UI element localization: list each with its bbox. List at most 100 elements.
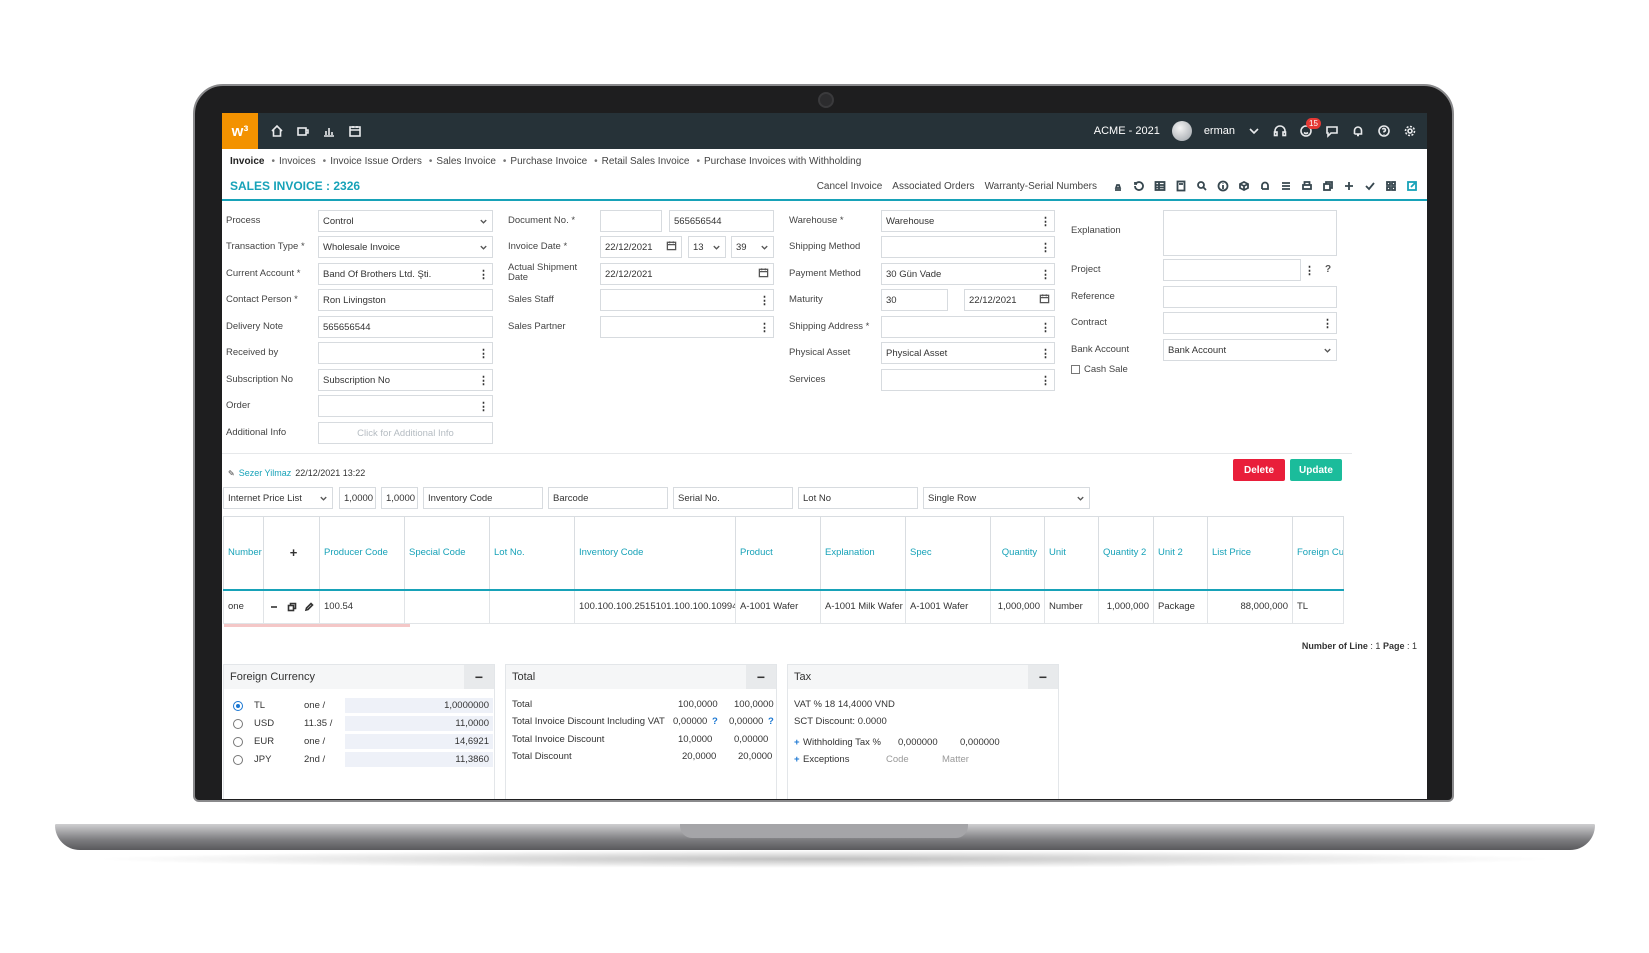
more-options-icon[interactable]: ⋮ <box>478 268 489 281</box>
help-icon[interactable] <box>1377 124 1391 138</box>
subscription-no-field[interactable]: Subscription No ⋮ <box>318 369 493 391</box>
column-header[interactable]: Number <box>223 516 264 591</box>
cell-quantity-2[interactable]: 1,000,000 <box>1098 589 1154 624</box>
total-value-1[interactable]: 20,0000 <box>682 751 716 762</box>
column-header[interactable]: Lot No. <box>489 516 575 591</box>
breadcrumb-item[interactable]: Purchase Invoices with Withholding <box>704 156 861 167</box>
rate-1-field[interactable]: 1,0000 <box>339 487 376 509</box>
breadcrumb-item[interactable]: Invoice Issue Orders <box>330 156 422 167</box>
explanation-textarea[interactable] <box>1163 210 1337 256</box>
calendar-icon[interactable] <box>348 124 362 138</box>
cell-number[interactable]: one <box>223 589 264 624</box>
user-name[interactable]: erman <box>1204 125 1235 137</box>
column-header[interactable]: Inventory Code <box>574 516 736 591</box>
cell-lot-no[interactable] <box>489 589 575 624</box>
sales-partner-field[interactable]: ⋮ <box>600 316 774 338</box>
export-icon[interactable] <box>1405 179 1419 193</box>
more-options-icon[interactable]: ⋮ <box>759 321 770 334</box>
column-header[interactable]: Quantity 2 <box>1098 516 1154 591</box>
warranty-serial-link[interactable]: Warranty-Serial Numbers <box>985 181 1097 192</box>
add-icon[interactable] <box>1342 179 1356 193</box>
total-value-2[interactable]: 100,0000 <box>734 699 774 710</box>
total-value-1[interactable]: 100,0000 <box>678 699 718 710</box>
total-value-2[interactable]: 0,00000 <box>729 716 763 727</box>
more-options-icon[interactable]: ⋮ <box>1040 347 1051 360</box>
chart-icon[interactable] <box>322 124 336 138</box>
calendar-icon[interactable] <box>666 240 677 254</box>
services-field[interactable]: ⋮ <box>881 369 1055 391</box>
current-account-field[interactable]: Band Of Brothers Ltd. Şti. ⋮ <box>318 263 493 285</box>
received-by-field[interactable]: ⋮ <box>318 342 493 364</box>
more-options-icon[interactable]: ⋮ <box>478 400 489 413</box>
warehouse-field[interactable]: Warehouse ⋮ <box>881 210 1055 232</box>
calendar-icon[interactable] <box>1039 293 1050 307</box>
sales-staff-field[interactable]: ⋮ <box>600 289 774 311</box>
total-value-1[interactable]: 10,0000 <box>678 734 712 745</box>
more-options-icon[interactable]: ⋮ <box>478 347 489 360</box>
document-no-prefix-field[interactable] <box>600 210 662 232</box>
cash-sale-checkbox[interactable] <box>1071 365 1080 374</box>
remove-row-icon[interactable] <box>268 600 280 614</box>
more-options-icon[interactable]: ⋮ <box>478 374 489 387</box>
invoice-hour-select[interactable]: 13 <box>688 236 726 258</box>
rate-2-field[interactable]: 1,0000 <box>381 487 418 509</box>
row-mode-select[interactable]: Single Row <box>923 487 1090 509</box>
page-number[interactable]: 1 <box>1412 641 1417 651</box>
home-icon[interactable] <box>270 124 284 138</box>
update-button[interactable]: Update <box>1290 459 1342 481</box>
more-options-icon[interactable]: ⋮ <box>1040 241 1051 254</box>
price-list-select[interactable]: Internet Price List <box>223 487 333 509</box>
collapse-button[interactable]: − <box>1028 665 1058 689</box>
cell-producer-code[interactable]: 100.54 <box>319 589 405 624</box>
table-row[interactable]: one 100.54 100.100.100.2515101.100.100.1… <box>223 589 1344 624</box>
shipping-method-field[interactable]: ⋮ <box>881 236 1055 258</box>
gear-icon[interactable] <box>1403 124 1417 138</box>
barcode-input[interactable]: Barcode <box>548 487 668 509</box>
cell-quantity[interactable]: 1,000,000 <box>990 589 1045 624</box>
calendar-icon[interactable] <box>758 267 769 281</box>
currency-radio-tl[interactable] <box>233 701 243 711</box>
more-options-icon[interactable]: ⋮ <box>759 294 770 307</box>
breadcrumb-item[interactable]: Invoice <box>230 156 264 167</box>
actual-shipment-date-field[interactable]: 22/12/2021 <box>600 263 774 285</box>
delete-button[interactable]: Delete <box>1233 459 1285 481</box>
project-field[interactable] <box>1163 259 1301 281</box>
column-header[interactable]: Special Code <box>404 516 490 591</box>
cell-inventory-code[interactable]: 100.100.100.2515101.100.100.10994 <box>574 589 736 624</box>
bank-account-select[interactable]: Bank Account <box>1163 339 1337 361</box>
more-options-icon[interactable]: ⋮ <box>1040 321 1051 334</box>
collapse-button[interactable]: − <box>746 665 776 689</box>
cell-special-code[interactable] <box>404 589 490 624</box>
column-header[interactable]: Spec <box>905 516 991 591</box>
reference-field[interactable] <box>1163 286 1337 308</box>
order-field[interactable]: ⋮ <box>318 395 493 417</box>
table-icon[interactable] <box>1153 179 1167 193</box>
associated-orders-link[interactable]: Associated Orders <box>892 181 974 192</box>
stamp-icon[interactable] <box>1111 179 1125 193</box>
breadcrumb-item[interactable]: Sales Invoice <box>436 156 495 167</box>
list-icon[interactable] <box>1279 179 1293 193</box>
contract-field[interactable]: ⋮ <box>1163 312 1337 334</box>
edit-row-icon[interactable] <box>303 600 315 614</box>
breadcrumb-item[interactable]: Retail Sales Invoice <box>602 156 690 167</box>
currency-value[interactable]: 14,6921 <box>345 734 493 749</box>
total-value-2[interactable]: 0,00000 <box>734 734 768 745</box>
currency-radio-usd[interactable] <box>233 719 243 729</box>
serial-no-input[interactable]: Serial No. <box>673 487 793 509</box>
more-options-icon[interactable]: ⋮ <box>1322 317 1333 330</box>
total-value-1[interactable]: 0,00000 <box>673 716 707 727</box>
currency-radio-jpy[interactable] <box>233 755 243 765</box>
chevron-down-icon[interactable] <box>1247 124 1261 138</box>
column-header[interactable]: Product <box>735 516 821 591</box>
add-exception-icon[interactable]: + <box>794 754 800 765</box>
withholding-value-2[interactable]: 0,000000 <box>960 737 1000 748</box>
table-scrollbar[interactable] <box>224 624 410 627</box>
box-icon[interactable] <box>1237 179 1251 193</box>
cell-unit-2[interactable]: Package <box>1153 589 1208 624</box>
column-header[interactable]: Producer Code <box>319 516 405 591</box>
print-icon[interactable] <box>1300 179 1314 193</box>
chat-icon[interactable] <box>1325 124 1339 138</box>
more-options-icon[interactable]: ⋮ <box>1040 215 1051 228</box>
payment-method-field[interactable]: 30 Gün Vade ⋮ <box>881 263 1055 285</box>
inventory-code-input[interactable]: Inventory Code <box>423 487 543 509</box>
